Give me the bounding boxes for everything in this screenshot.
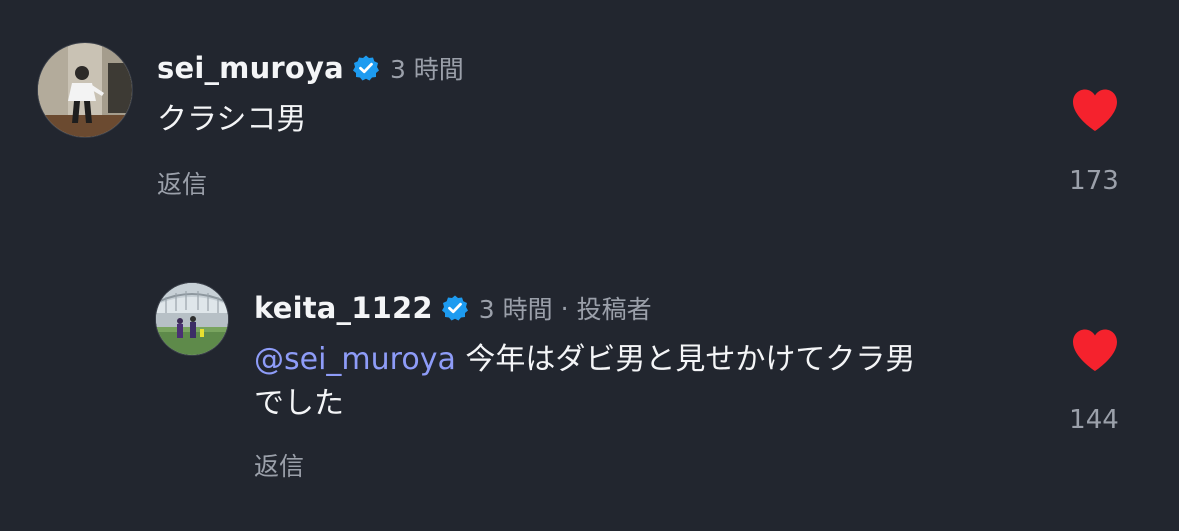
timestamp: 3 時間 (389, 55, 464, 84)
comment: sei_muroya 3 時間 クラシコ男 返信 173 (0, 0, 1179, 230)
mention-link[interactable]: @sei_muroya (254, 342, 456, 377)
timestamp: 3 時間 (478, 295, 553, 324)
comment-header: sei_muroya 3 時間 (157, 48, 464, 88)
username[interactable]: keita_1122 (254, 291, 433, 325)
comment-text-line1: 今年はダビ男と見せかけてクラ男 (455, 342, 916, 377)
meta-separator: · (560, 293, 569, 323)
comment-thread: sei_muroya 3 時間 クラシコ男 返信 173 keita_1122 … (0, 0, 1179, 531)
avatar[interactable] (37, 42, 133, 138)
reply-button[interactable]: 返信 (254, 447, 304, 483)
reply-comment: keita_1122 3 時間 · 投稿者 @sei_muroya 今年はダビ男… (0, 270, 1179, 500)
avatar[interactable] (155, 282, 229, 356)
comment-text: @sei_muroya 今年はダビ男と見せかけてクラ男 でした (254, 338, 1054, 426)
like-count: 173 (1069, 166, 1119, 196)
comment-text-line2: でした (254, 386, 344, 421)
heart-icon[interactable] (1071, 328, 1119, 372)
comment-text: クラシコ男 (157, 102, 307, 137)
verified-badge-icon (441, 294, 469, 322)
author-badge: 投稿者 (576, 295, 652, 324)
reply-button[interactable]: 返信 (157, 165, 207, 201)
comment-header: keita_1122 3 時間 · 投稿者 (254, 288, 652, 328)
verified-badge-icon (352, 54, 380, 82)
username[interactable]: sei_muroya (157, 51, 344, 85)
like-count: 144 (1069, 405, 1119, 435)
heart-icon[interactable] (1071, 88, 1119, 132)
